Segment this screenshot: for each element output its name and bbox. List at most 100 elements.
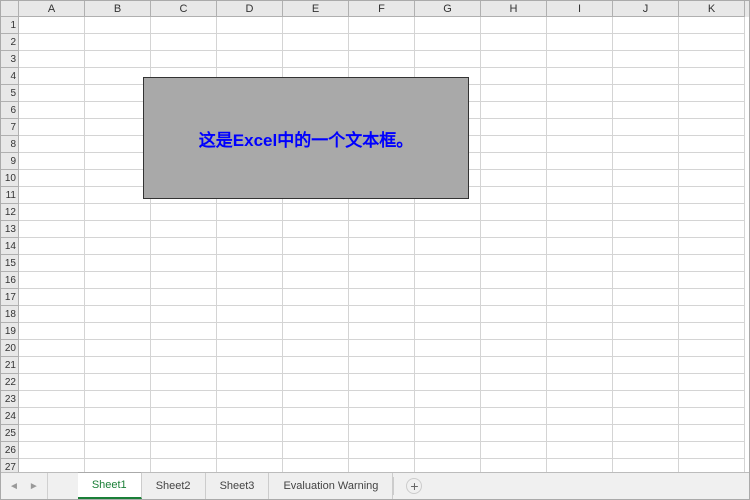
- row-header[interactable]: 22: [1, 374, 19, 391]
- cell[interactable]: [679, 289, 745, 306]
- cell[interactable]: [85, 34, 151, 51]
- cell[interactable]: [349, 306, 415, 323]
- cell[interactable]: [481, 357, 547, 374]
- cell[interactable]: [349, 238, 415, 255]
- cell[interactable]: [613, 391, 679, 408]
- cell[interactable]: [415, 323, 481, 340]
- cell[interactable]: [85, 102, 151, 119]
- cell[interactable]: [151, 374, 217, 391]
- cell[interactable]: [547, 357, 613, 374]
- cell[interactable]: [415, 221, 481, 238]
- cell[interactable]: [19, 272, 85, 289]
- cell[interactable]: [613, 34, 679, 51]
- cell[interactable]: [85, 170, 151, 187]
- cell[interactable]: [217, 255, 283, 272]
- cell[interactable]: [481, 272, 547, 289]
- cell[interactable]: [547, 391, 613, 408]
- row-header[interactable]: 23: [1, 391, 19, 408]
- cell[interactable]: [679, 187, 745, 204]
- cell[interactable]: [481, 374, 547, 391]
- cell[interactable]: [85, 323, 151, 340]
- cell[interactable]: [151, 34, 217, 51]
- cell[interactable]: [415, 289, 481, 306]
- cell[interactable]: [679, 374, 745, 391]
- cell[interactable]: [349, 425, 415, 442]
- cell[interactable]: [349, 357, 415, 374]
- cell[interactable]: [151, 357, 217, 374]
- cell[interactable]: [679, 323, 745, 340]
- cell[interactable]: [349, 204, 415, 221]
- cell[interactable]: [85, 136, 151, 153]
- cell[interactable]: [217, 442, 283, 459]
- cell[interactable]: [19, 153, 85, 170]
- cell[interactable]: [19, 34, 85, 51]
- cell[interactable]: [85, 238, 151, 255]
- column-header[interactable]: K: [679, 1, 745, 17]
- column-header[interactable]: E: [283, 1, 349, 17]
- cell[interactable]: [481, 85, 547, 102]
- row-header[interactable]: 9: [1, 153, 19, 170]
- column-header[interactable]: D: [217, 1, 283, 17]
- cell[interactable]: [481, 340, 547, 357]
- cell[interactable]: [547, 289, 613, 306]
- cell[interactable]: [613, 221, 679, 238]
- cell[interactable]: [679, 102, 745, 119]
- cell[interactable]: [85, 255, 151, 272]
- cell[interactable]: [679, 170, 745, 187]
- cell[interactable]: [85, 187, 151, 204]
- cell[interactable]: [19, 17, 85, 34]
- cell[interactable]: [85, 85, 151, 102]
- row-header[interactable]: 8: [1, 136, 19, 153]
- cell[interactable]: [19, 306, 85, 323]
- cell[interactable]: [151, 391, 217, 408]
- tab-nav-prev-icon[interactable]: ◄: [9, 481, 19, 492]
- cell[interactable]: [217, 204, 283, 221]
- cell[interactable]: [151, 323, 217, 340]
- cell[interactable]: [613, 442, 679, 459]
- cell[interactable]: [679, 340, 745, 357]
- row-header[interactable]: 20: [1, 340, 19, 357]
- cell[interactable]: [349, 51, 415, 68]
- cell[interactable]: [547, 340, 613, 357]
- cell[interactable]: [679, 391, 745, 408]
- cell[interactable]: [349, 340, 415, 357]
- cell[interactable]: [481, 102, 547, 119]
- cell[interactable]: [19, 425, 85, 442]
- cell[interactable]: [547, 306, 613, 323]
- cell[interactable]: [85, 17, 151, 34]
- cell[interactable]: [19, 340, 85, 357]
- cell[interactable]: [679, 408, 745, 425]
- tab-nav-next-icon[interactable]: ►: [29, 481, 39, 492]
- row-header[interactable]: 5: [1, 85, 19, 102]
- cell[interactable]: [415, 357, 481, 374]
- cell[interactable]: [613, 136, 679, 153]
- cell[interactable]: [85, 442, 151, 459]
- cell[interactable]: [283, 34, 349, 51]
- cell[interactable]: [547, 272, 613, 289]
- cell[interactable]: [613, 323, 679, 340]
- cell[interactable]: [283, 425, 349, 442]
- cell[interactable]: [613, 255, 679, 272]
- row-header[interactable]: 24: [1, 408, 19, 425]
- column-header[interactable]: G: [415, 1, 481, 17]
- cell[interactable]: [349, 442, 415, 459]
- cell[interactable]: [85, 153, 151, 170]
- cell[interactable]: [481, 136, 547, 153]
- cell[interactable]: [613, 17, 679, 34]
- cell[interactable]: [151, 408, 217, 425]
- cell[interactable]: [481, 289, 547, 306]
- row-header[interactable]: 2: [1, 34, 19, 51]
- cell[interactable]: [547, 119, 613, 136]
- cell[interactable]: [613, 289, 679, 306]
- row-header[interactable]: 18: [1, 306, 19, 323]
- cell[interactable]: [415, 340, 481, 357]
- cell[interactable]: [85, 204, 151, 221]
- cell[interactable]: [613, 374, 679, 391]
- cell[interactable]: [481, 221, 547, 238]
- cell[interactable]: [19, 187, 85, 204]
- cell[interactable]: [283, 408, 349, 425]
- cell[interactable]: [19, 68, 85, 85]
- row-header[interactable]: 15: [1, 255, 19, 272]
- cell[interactable]: [217, 17, 283, 34]
- cell[interactable]: [85, 272, 151, 289]
